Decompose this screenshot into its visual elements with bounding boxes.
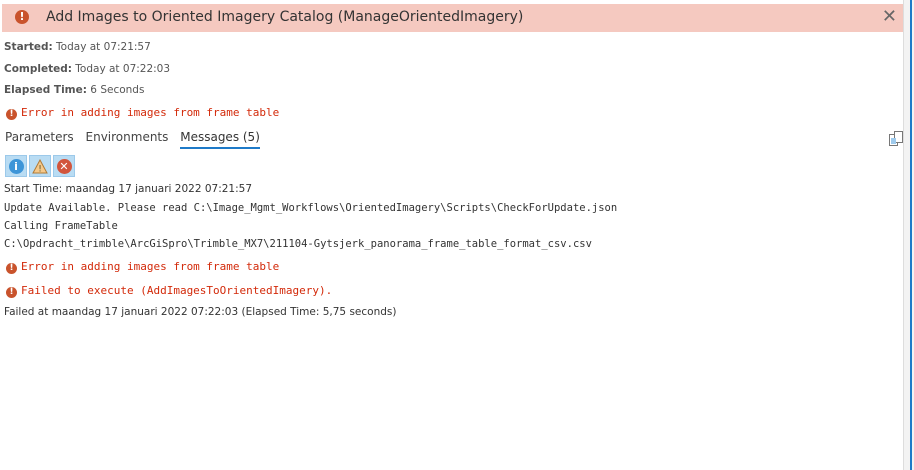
message-line: Failed at maandag 17 januari 2022 07:22:… — [4, 306, 397, 318]
result-header: ! Add Images to Oriented Imagery Catalog… — [2, 4, 903, 32]
elapsed-value: 6 Seconds — [90, 84, 145, 96]
message-line: C:\Opdracht_trimble\ArcGiSpro\Trimble_MX… — [4, 238, 592, 250]
close-button[interactable]: ✕ — [882, 6, 897, 27]
message-error: ! Failed to execute (AddImagesToOrientedI… — [6, 284, 332, 298]
elapsed-label: Elapsed Time: — [4, 84, 87, 96]
message-line: Start Time: maandag 17 januari 2022 07:2… — [4, 183, 252, 195]
message-line: Update Available. Please read C:\Image_M… — [4, 202, 618, 214]
filter-error-button[interactable]: ✕ — [53, 155, 75, 177]
error-icon: ! — [6, 287, 17, 298]
error-icon: ! — [6, 263, 17, 274]
geoprocessing-result-panel: ! Add Images to Oriented Imagery Catalog… — [0, 0, 903, 470]
tab-parameters[interactable]: Parameters — [5, 130, 74, 147]
background-window-edge — [903, 0, 914, 470]
completed-row: Completed: Today at 07:22:03 — [4, 63, 170, 75]
info-icon: i — [8, 158, 24, 174]
completed-value: Today at 07:22:03 — [75, 63, 171, 75]
filter-warning-button[interactable]: ! — [29, 155, 51, 177]
svg-text:!: ! — [38, 164, 42, 174]
message-filters: i ! ✕ — [5, 155, 75, 177]
completed-label: Completed: — [4, 63, 72, 75]
error-icon: ! — [6, 109, 17, 120]
summary-error: ! Error in adding images from frame table — [6, 106, 279, 120]
copy-icon[interactable] — [889, 131, 903, 147]
started-value: Today at 07:21:57 — [56, 41, 151, 53]
result-tabs: Parameters Environments Messages (5) — [5, 130, 268, 149]
summary-error-text: Error in adding images from frame table — [21, 106, 280, 119]
message-error: ! Error in adding images from frame table — [6, 260, 279, 274]
message-line: Calling FrameTable — [4, 220, 118, 232]
message-error-text: Error in adding images from frame table — [21, 260, 280, 273]
started-row: Started: Today at 07:21:57 — [4, 41, 151, 53]
tab-environments[interactable]: Environments — [86, 130, 169, 147]
filter-info-button[interactable]: i — [5, 155, 27, 177]
tab-messages[interactable]: Messages (5) — [180, 130, 260, 149]
tool-title: Add Images to Oriented Imagery Catalog (… — [46, 9, 524, 25]
error-icon: ✕ — [56, 158, 72, 174]
error-icon: ! — [15, 10, 29, 24]
warning-icon: ! — [32, 158, 48, 174]
started-label: Started: — [4, 41, 53, 53]
elapsed-row: Elapsed Time: 6 Seconds — [4, 84, 144, 96]
message-error-text: Failed to execute (AddImagesToOrientedIm… — [21, 284, 333, 297]
